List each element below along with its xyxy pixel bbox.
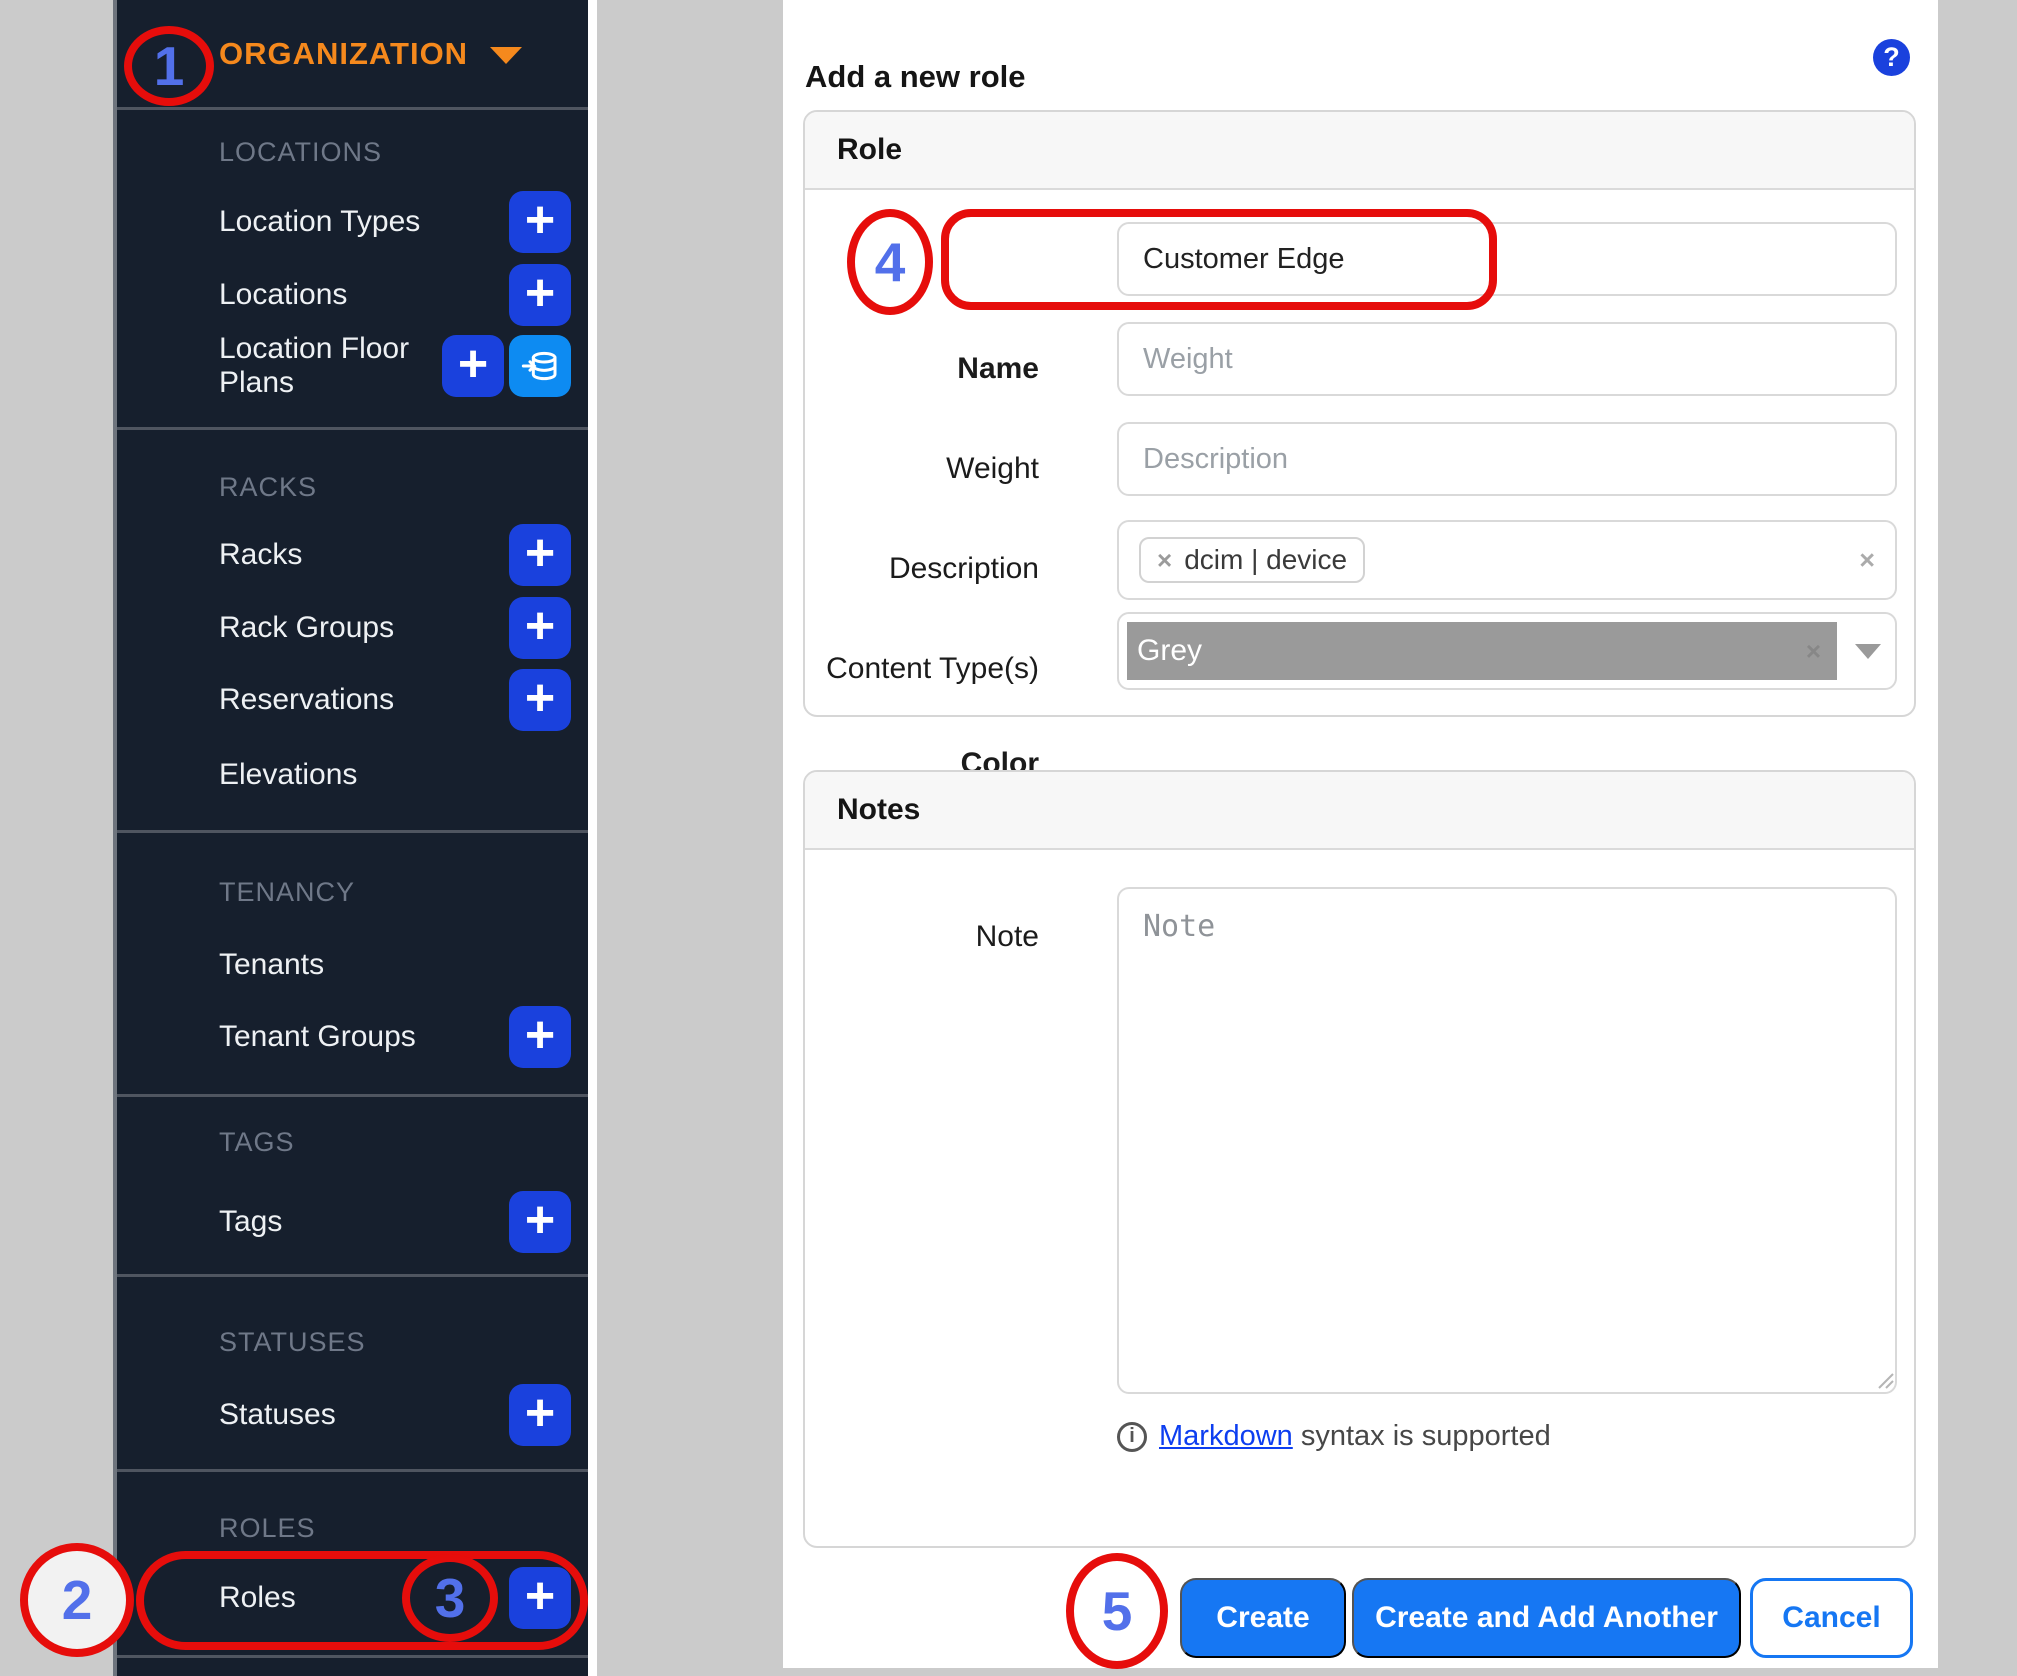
sidebar-item-tags[interactable]: Tags +	[219, 1189, 571, 1255]
annotation-rect-roles	[136, 1551, 588, 1650]
sidebar-item-rack-groups[interactable]: Rack Groups +	[219, 595, 571, 661]
sidebar-item-tenants[interactable]: Tenants	[219, 932, 571, 998]
sidebar-item-label[interactable]: Statuses	[219, 1398, 336, 1432]
sidebar-item-racks[interactable]: Racks +	[219, 522, 571, 588]
add-icon[interactable]: +	[509, 524, 571, 586]
section-label-racks: RACKS	[219, 472, 318, 502]
add-icon[interactable]: +	[509, 1006, 571, 1068]
import-icon[interactable]	[509, 335, 571, 397]
cancel-button[interactable]: Cancel	[1750, 1578, 1913, 1658]
add-icon[interactable]: +	[509, 264, 571, 326]
sidebar-item-label[interactable]: Tenant Groups	[219, 1020, 416, 1054]
markdown-link[interactable]: Markdown	[1159, 1420, 1293, 1452]
sidebar-item-label[interactable]: Reservations	[219, 683, 394, 717]
add-icon[interactable]: +	[509, 1384, 571, 1446]
section-label-roles: ROLES	[219, 1513, 316, 1543]
name-label: Name	[957, 352, 1039, 385]
clear-selection-icon[interactable]: ×	[1859, 545, 1875, 576]
section-label-tenancy: TENANCY	[219, 877, 356, 907]
content-types-select[interactable]: × dcim | device ×	[1117, 520, 1897, 600]
annotation-step-3: 3	[402, 1554, 498, 1642]
notes-card-title: Notes	[805, 772, 1914, 850]
sidebar-item-label[interactable]: Locations	[219, 278, 347, 312]
weight-label: Weight	[946, 452, 1039, 485]
color-select[interactable]: Grey ×	[1117, 612, 1897, 690]
note-textarea[interactable]	[1117, 887, 1897, 1394]
sidebar-item-locations[interactable]: Locations +	[219, 262, 571, 328]
info-icon: i	[1117, 1421, 1147, 1452]
clear-color-icon[interactable]: ×	[1806, 636, 1821, 667]
add-icon[interactable]: +	[509, 1191, 571, 1253]
content-type-tag[interactable]: × dcim | device	[1139, 537, 1366, 583]
create-and-add-another-button[interactable]: Create and Add Another	[1352, 1578, 1741, 1658]
sidebar-item-label[interactable]: Location Floor Plans	[219, 332, 442, 400]
add-icon[interactable]: +	[509, 597, 571, 659]
sidebar-item-statuses[interactable]: Statuses +	[219, 1382, 571, 1448]
description-input[interactable]	[1117, 422, 1897, 496]
annotation-step-2: 2	[20, 1543, 134, 1657]
role-card: Role Name Weight Description Content Typ…	[803, 110, 1916, 780]
sidebar-item-reservations[interactable]: Reservations +	[219, 667, 571, 733]
organization-sidebar: ORGANIZATION LOCATIONS Location Types + …	[113, 0, 597, 1676]
add-icon[interactable]: +	[509, 191, 571, 253]
role-card-title: Role	[805, 112, 1914, 190]
markdown-hint: i Markdown syntax is supported	[1117, 1420, 1551, 1453]
sidebar-item-label[interactable]: Location Types	[219, 205, 420, 239]
help-icon[interactable]: ?	[1873, 39, 1910, 76]
chevron-down-icon	[490, 47, 523, 64]
section-label-locations: LOCATIONS	[219, 137, 383, 167]
sidebar-item-location-types[interactable]: Location Types +	[219, 189, 571, 255]
sidebar-item-location-floor-plans[interactable]: Location Floor Plans +	[219, 332, 571, 400]
add-icon[interactable]: +	[509, 669, 571, 731]
create-button[interactable]: Create	[1180, 1578, 1346, 1658]
annotation-step-1: 1	[124, 26, 214, 106]
section-label-statuses: STATUSES	[219, 1327, 366, 1357]
content-types-label: Content Type(s)	[826, 652, 1039, 685]
section-label-tags: TAGS	[219, 1127, 295, 1157]
annotation-rect-name-field	[941, 209, 1497, 310]
markdown-hint-text: syntax is supported	[1300, 1420, 1551, 1452]
weight-input[interactable]	[1117, 322, 1897, 396]
add-icon[interactable]: +	[442, 335, 504, 397]
remove-tag-icon[interactable]: ×	[1157, 545, 1172, 576]
annotation-step-5: 5	[1066, 1553, 1168, 1669]
resize-handle[interactable]	[1873, 1368, 1895, 1390]
sidebar-item-label[interactable]: Rack Groups	[219, 611, 394, 645]
note-label: Note	[975, 920, 1039, 953]
page-title: Add a new role	[805, 58, 1026, 94]
sidebar-item-label[interactable]: Tags	[219, 1205, 282, 1239]
annotation-step-4: 4	[847, 209, 933, 315]
color-selected-option[interactable]: Grey ×	[1127, 622, 1837, 680]
content-type-tag-label: dcim | device	[1184, 544, 1348, 575]
sidebar-item-label[interactable]: Elevations	[219, 758, 357, 792]
sidebar-item-tenant-groups[interactable]: Tenant Groups +	[219, 1004, 571, 1070]
notes-card: Notes Note i Markdown syntax is supporte…	[803, 770, 1916, 1548]
screenshot-canvas: ORGANIZATION LOCATIONS Location Types + …	[0, 0, 2017, 1676]
sidebar-item-label[interactable]: Tenants	[219, 948, 324, 982]
color-selected-label: Grey	[1137, 634, 1203, 667]
sidebar-item-elevations[interactable]: Elevations	[219, 742, 571, 808]
description-label: Description	[888, 552, 1039, 585]
sidebar-item-label[interactable]: Racks	[219, 538, 302, 572]
organization-menu-label[interactable]: ORGANIZATION	[219, 36, 468, 72]
dropdown-caret-icon	[1855, 643, 1881, 659]
